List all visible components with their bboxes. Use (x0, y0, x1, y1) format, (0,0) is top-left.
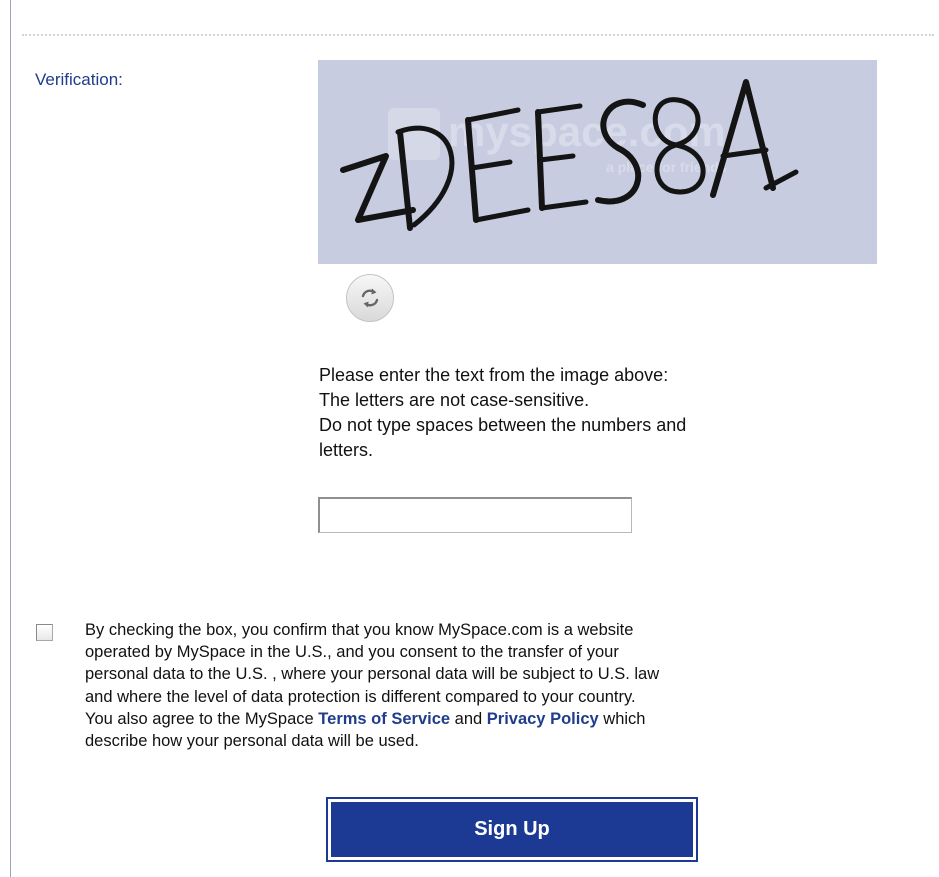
captcha-refresh-button[interactable] (346, 274, 394, 322)
section-divider (22, 34, 934, 36)
captcha-instructions: Please enter the text from the image abo… (319, 363, 859, 463)
consent-line: operated by MySpace in the U.S., and you… (85, 643, 619, 662)
left-border-rule (10, 0, 11, 877)
consent-text-fragment: and (450, 709, 487, 728)
consent-text: By checking the box, you confirm that yo… (85, 619, 935, 752)
consent-line: personal data to the U.S. , where your p… (85, 665, 660, 684)
consent-line: By checking the box, you confirm that yo… (85, 621, 634, 639)
consent-text-fragment: You also agree to the MySpace (85, 709, 319, 728)
captcha-text-input[interactable] (318, 497, 632, 533)
consent-line: and where the level of data protection i… (85, 687, 636, 706)
captcha-image: myspace.com a place for friends (318, 60, 877, 264)
verification-label: Verification: (35, 70, 123, 89)
instruction-line: The letters are not case-sensitive. (319, 390, 590, 410)
instruction-line: letters. (319, 440, 374, 460)
consent-line: describe how your personal data will be … (85, 732, 419, 751)
privacy-policy-link[interactable]: Privacy Policy (487, 710, 599, 728)
refresh-icon (361, 288, 379, 308)
consent-line: You also agree to the MySpace Terms of S… (85, 708, 935, 730)
terms-of-service-link[interactable]: Terms of Service (318, 710, 450, 728)
sign-up-button[interactable]: Sign Up (326, 797, 698, 862)
instruction-line: Do not type spaces between the numbers a… (319, 415, 687, 435)
instruction-line: Please enter the text from the image abo… (319, 365, 669, 385)
consent-text-fragment: which (598, 709, 646, 728)
captcha-watermark-sub: a place for friends (606, 159, 727, 175)
sign-up-button-label: Sign Up (331, 802, 693, 857)
terms-agree-checkbox[interactable] (36, 624, 53, 641)
